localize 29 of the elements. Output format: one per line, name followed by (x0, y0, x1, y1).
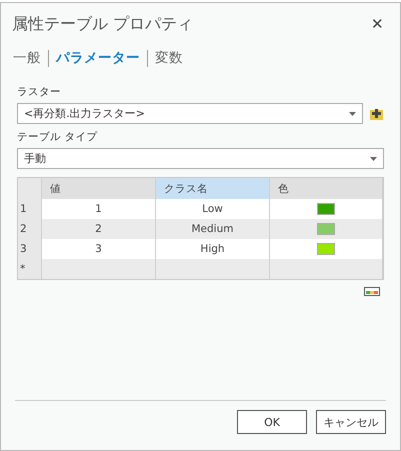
column-header[interactable]: 値 (42, 178, 156, 199)
column-header[interactable]: クラス名 (156, 178, 270, 199)
caret-icon (349, 112, 356, 116)
row-number: 3 (18, 239, 42, 259)
table-type-dropdown[interactable]: 手動 (17, 148, 384, 169)
cancel-button[interactable]: キャンセル (316, 410, 386, 434)
add-folder-icon[interactable] (369, 106, 384, 120)
color-ramp-icon[interactable] (364, 286, 380, 296)
tab[interactable]: 変数 (155, 49, 183, 67)
tab[interactable]: パラメーター (56, 49, 140, 67)
raster-dropdown[interactable]: <再分類.出力ラスター> (17, 103, 363, 124)
new-row-marker: * (18, 259, 42, 279)
close-button[interactable]: ✕ (367, 13, 388, 35)
row-number: 2 (18, 219, 42, 239)
caret-icon (370, 156, 377, 160)
table-cell: 1 (42, 199, 156, 219)
ok-button[interactable]: OK (237, 410, 307, 434)
row-number: 1 (18, 199, 42, 219)
table-cell: 3 (42, 239, 156, 259)
color-swatch[interactable] (317, 203, 335, 215)
tab[interactable]: 一般 (13, 49, 41, 67)
color-swatch[interactable] (317, 223, 335, 235)
field-label: テーブル タイプ (17, 130, 98, 144)
color-swatch[interactable] (317, 243, 335, 255)
window-title: 属性テーブル プロパティ (12, 14, 194, 34)
table-cell: High (156, 239, 270, 259)
column-header[interactable]: 色 (270, 178, 383, 199)
table-cell: Low (156, 199, 270, 219)
field-label: ラスター (17, 85, 62, 99)
